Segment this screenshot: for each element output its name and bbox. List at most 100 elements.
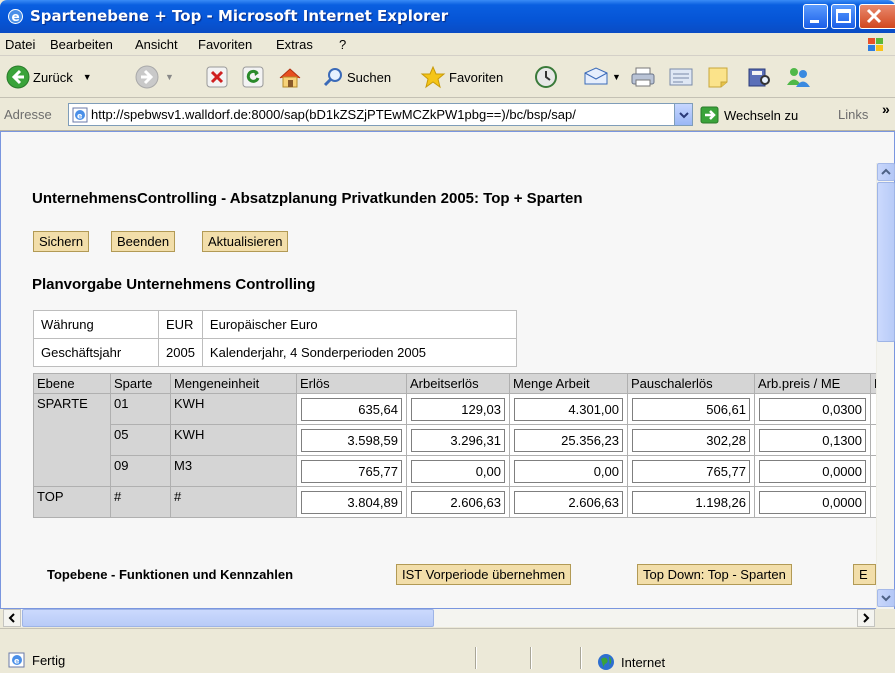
vertical-scrollbar[interactable] [876,163,895,609]
back-dropdown-icon[interactable]: ▼ [83,72,92,82]
header-menge-arbeit: Menge Arbeit [509,373,628,394]
menu-ansicht[interactable]: Ansicht [135,37,178,52]
preis-input[interactable]: 0,0300 [759,397,866,421]
chevron-down-icon [678,111,689,118]
ist-vorperiode-button[interactable]: IST Vorperiode übernehmen [396,564,572,585]
home-button[interactable] [278,63,302,91]
favorites-button[interactable]: Favoriten [420,63,503,91]
currency-name: Europäischer Euro [201,310,517,339]
menge-input[interactable]: 0,00 [514,459,623,483]
info-table: Währung EUR Europäischer Euro Geschäftsj… [33,310,517,367]
year-label: Geschäftsjahr [33,338,159,367]
arbeitserloes-input[interactable]: 129,03 [411,397,505,421]
horizontal-scroll-thumb[interactable] [22,609,434,627]
ebene-cell: SPARTE [33,393,111,487]
more-links-chevron-icon[interactable]: » [882,101,890,117]
sparte-cell: 09 [110,455,171,487]
menge-input[interactable]: 25.356,23 [514,428,623,452]
unit-cell: M3 [170,455,297,487]
scroll-thumb[interactable] [877,182,895,342]
ebene-cell: TOP [33,486,111,518]
arbeitserloes-input[interactable]: 2.606,63 [411,490,505,514]
menu-favoriten[interactable]: Favoriten [198,37,252,52]
currency-code: EUR [158,310,203,339]
forward-dropdown-icon[interactable]: ▼ [165,72,174,82]
sparte-cell: # [110,486,171,518]
more-functions-button[interactable]: E [853,564,876,585]
page-title: UnternehmensControlling - Absatzplanung … [32,190,583,207]
history-icon [535,66,557,88]
aktualisieren-button[interactable]: Aktualisieren [202,231,289,252]
edit-page-icon [669,68,693,86]
stop-icon [206,66,228,88]
links-label[interactable]: Links [838,107,868,122]
scroll-down-button[interactable] [877,589,895,607]
go-arrow-icon [700,106,719,124]
close-button[interactable] [859,4,895,29]
top-down-button[interactable]: Top Down: Top - Sparten [637,564,792,585]
refresh-button[interactable] [242,63,264,91]
print-button[interactable] [630,63,656,91]
planning-table: Ebene Sparte Mengeneinheit Erlös Arbeits… [33,373,891,518]
menu-datei[interactable]: Datei [5,37,35,52]
menu-bearbeiten[interactable]: Bearbeiten [50,37,113,52]
pauschal-input[interactable]: 302,28 [632,428,750,452]
ie-icon: e [8,9,23,24]
mail-dropdown-icon[interactable]: ▼ [612,72,621,82]
forward-button[interactable]: ▼ [135,63,174,91]
edit-button[interactable] [668,63,694,91]
windows-logo-icon [868,38,883,51]
pauschal-input[interactable]: 1.198,26 [632,490,750,514]
menu-help[interactable]: ? [339,37,346,52]
header-sparte: Sparte [110,373,171,394]
arbeitserloes-input[interactable]: 3.296,31 [411,428,505,452]
beenden-button[interactable]: Beenden [111,231,176,252]
pauschal-input[interactable]: 765,77 [632,459,750,483]
search-label: Suchen [347,69,392,85]
back-button[interactable]: Zurück ▼ [6,63,92,91]
unit-cell: KWH [170,424,297,456]
menge-input[interactable]: 2.606,63 [514,490,623,514]
mail-button[interactable]: ▼ [582,63,621,91]
sichern-button[interactable]: Sichern [33,231,90,252]
erloes-input[interactable]: 3.598,59 [301,428,402,452]
preis-input[interactable]: 0,0000 [759,490,866,514]
menge-input[interactable]: 4.301,00 [514,397,623,421]
arbeitserloes-input[interactable]: 0,00 [411,459,505,483]
currency-label: Währung [33,310,159,339]
messenger-button[interactable] [784,63,812,91]
horizontal-scrollbar[interactable] [3,609,875,627]
menu-bar: Datei Bearbeiten Ansicht Favoriten Extra… [0,33,895,56]
year-description: Kalenderjahr, 4 Sonderperioden 2005 [201,338,517,367]
history-button[interactable] [534,63,558,91]
search-icon [323,68,342,87]
section-title: Planvorgabe Unternehmens Controlling [32,276,316,293]
title-bar: e Spartenebene + Top - Microsoft Interne… [0,0,895,33]
maximize-button[interactable] [831,4,856,29]
address-input[interactable]: e http://spebwsv1.walldorf.de:8000/sap(b… [68,103,693,126]
erloes-input[interactable]: 765,77 [301,459,402,483]
research-button[interactable] [746,63,772,91]
pauschal-input[interactable]: 506,61 [632,397,750,421]
scroll-up-button[interactable] [877,163,895,181]
scroll-left-button[interactable] [3,609,21,627]
search-button[interactable]: Suchen [322,63,391,91]
go-label: Wechseln zu [724,107,799,123]
notes-button[interactable] [706,63,730,91]
header-arbeitspreis: Arb.preis / ME [754,373,871,394]
sparte-cell: 05 [110,424,171,456]
messenger-icon [787,68,810,87]
erloes-input[interactable]: 3.804,89 [301,490,402,514]
preis-input[interactable]: 0,1300 [759,428,866,452]
menu-extras[interactable]: Extras [276,37,313,52]
status-text: Fertig [32,653,66,668]
scroll-right-button[interactable] [857,609,875,627]
go-button[interactable]: Wechseln zu [700,106,798,124]
minimize-button[interactable] [803,4,828,29]
address-url: http://spebwsv1.walldorf.de:8000/sap(bD1… [91,107,576,122]
stop-button[interactable] [206,63,228,91]
erloes-input[interactable]: 635,64 [301,397,402,421]
preis-input[interactable]: 0,0000 [759,459,866,483]
address-dropdown-button[interactable] [674,104,692,125]
back-arrow-icon [6,65,30,89]
